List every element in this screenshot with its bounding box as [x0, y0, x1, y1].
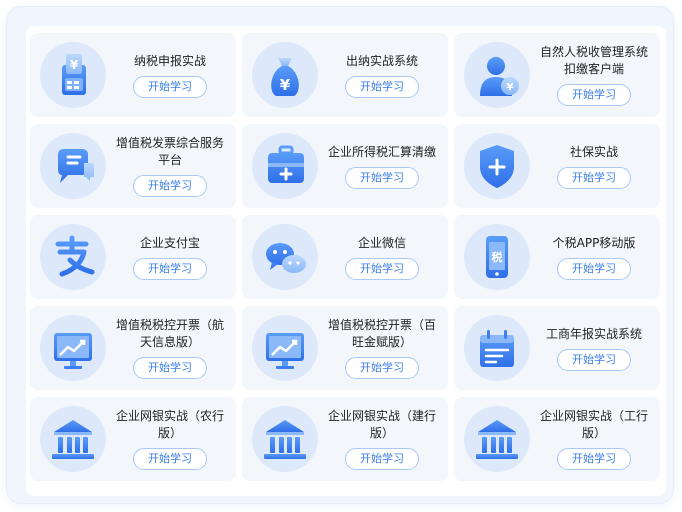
course-info: 纳税申报实战开始学习: [110, 33, 230, 117]
svg-text:¥: ¥: [280, 76, 291, 94]
start-learning-button[interactable]: 开始学习: [345, 166, 419, 189]
course-card[interactable]: 增值税发票综合服务平台开始学习: [30, 124, 236, 208]
course-card[interactable]: 增值税税控开票（航天信息版） 开始学习: [30, 306, 236, 390]
course-card[interactable]: 企业所得税汇算清缴开始学习: [242, 124, 448, 208]
course-title: 增值税税控开票（百旺金赋版）: [328, 318, 437, 349]
course-title: 个税APP移动版: [552, 235, 636, 250]
course-info: 企业网银实战（建行版） 开始学习: [322, 397, 442, 481]
bank-icon: [40, 406, 106, 472]
course-title: 增值税税控开票（航天信息版）: [116, 318, 225, 349]
course-card[interactable]: 企业网银实战（工行版） 开始学习: [454, 397, 660, 481]
course-grid: ¥ 纳税申报实战开始学习 ¥ 出纳实战系统开始学习 ¥ 自然人税收管理系统扣缴客户端开始学…: [30, 33, 660, 481]
course-info: 增值税税控开票（航天信息版） 开始学习: [110, 306, 230, 390]
course-info: 个税APP移动版开始学习: [534, 215, 654, 299]
course-card[interactable]: 企业网银实战（建行版） 开始学习: [242, 397, 448, 481]
course-title: 社保实战: [569, 144, 618, 159]
course-card[interactable]: 企业微信 开始学习: [242, 215, 448, 299]
course-title: 企业所得税汇算清缴: [328, 144, 437, 159]
start-learning-button[interactable]: 开始学习: [133, 75, 207, 98]
course-info: 出纳实战系统开始学习: [322, 33, 442, 117]
bank-icon: [464, 406, 530, 472]
outer-frame: ¥ 纳税申报实战开始学习 ¥ 出纳实战系统开始学习 ¥ 自然人税收管理系统扣缴客户端开始学…: [7, 7, 673, 503]
start-learning-button[interactable]: 开始学习: [557, 448, 631, 470]
course-card[interactable]: 增值税税控开票（百旺金赋版） 开始学习: [242, 306, 448, 390]
course-title: 企业网银实战（工行版）: [540, 409, 649, 440]
course-card[interactable]: ¥ 纳税申报实战开始学习: [30, 33, 236, 117]
svg-text:税: 税: [492, 250, 503, 264]
start-learning-button[interactable]: 开始学习: [557, 166, 631, 189]
course-title: 企业网银实战（建行版）: [328, 409, 437, 440]
course-info: 企业网银实战（农行版） 开始学习: [110, 397, 230, 481]
course-info: 增值税发票综合服务平台开始学习: [110, 124, 230, 208]
course-card[interactable]: 税 个税APP移动版开始学习: [454, 215, 660, 299]
svg-text:¥: ¥: [70, 58, 79, 72]
start-learning-button[interactable]: 开始学习: [557, 348, 631, 371]
start-learning-button[interactable]: 开始学习: [133, 448, 207, 470]
course-card[interactable]: 企业网银实战（农行版） 开始学习: [30, 397, 236, 481]
chart-monitor-icon: [252, 315, 318, 381]
tax-declaration-icon: ¥: [40, 42, 106, 108]
course-info: 企业支付宝 开始学习: [110, 215, 230, 299]
course-info: 增值税税控开票（百旺金赋版） 开始学习: [322, 306, 442, 390]
start-learning-button[interactable]: 开始学习: [557, 84, 631, 106]
course-info: 企业微信 开始学习: [322, 215, 442, 299]
start-learning-button[interactable]: 开始学习: [345, 75, 419, 98]
course-card[interactable]: ¥ 自然人税收管理系统扣缴客户端开始学习: [454, 33, 660, 117]
start-learning-button[interactable]: 开始学习: [345, 257, 419, 280]
toolbox-icon: [252, 133, 318, 199]
course-card[interactable]: ¥ 出纳实战系统开始学习: [242, 33, 448, 117]
course-panel: ¥ 纳税申报实战开始学习 ¥ 出纳实战系统开始学习 ¥ 自然人税收管理系统扣缴客户端开始学…: [26, 26, 666, 496]
course-info: 自然人税收管理系统扣缴客户端开始学习: [534, 33, 654, 117]
start-learning-button[interactable]: 开始学习: [133, 175, 207, 197]
course-card[interactable]: 社保实战 开始学习: [454, 124, 660, 208]
money-bag-icon: ¥: [252, 42, 318, 108]
start-learning-button[interactable]: 开始学习: [345, 357, 419, 379]
chat-bubble-icon: [40, 133, 106, 199]
start-learning-button[interactable]: 开始学习: [133, 357, 207, 379]
wechat-icon: [252, 224, 318, 290]
course-title: 企业支付宝: [139, 235, 200, 250]
course-card[interactable]: 企业支付宝 开始学习: [30, 215, 236, 299]
course-title: 企业网银实战（农行版）: [116, 409, 225, 440]
course-info: 社保实战 开始学习: [534, 124, 654, 208]
calendar-icon: [464, 315, 530, 381]
course-title: 增值税发票综合服务平台: [116, 136, 225, 167]
phone-tax-icon: 税: [464, 224, 530, 290]
course-title: 纳税申报实战: [133, 53, 206, 68]
shield-plus-icon: [464, 133, 530, 199]
start-learning-button[interactable]: 开始学习: [557, 257, 631, 280]
course-title: 工商年报实战系统: [545, 326, 642, 341]
svg-text:¥: ¥: [507, 82, 514, 93]
start-learning-button[interactable]: 开始学习: [345, 448, 419, 470]
alipay-icon: [40, 224, 106, 290]
course-info: 企业网银实战（工行版） 开始学习: [534, 397, 654, 481]
start-learning-button[interactable]: 开始学习: [133, 257, 207, 280]
person-tax-icon: ¥: [464, 42, 530, 108]
course-title: 企业微信: [357, 235, 406, 250]
course-title: 出纳实战系统: [345, 53, 418, 68]
course-card[interactable]: 工商年报实战系统开始学习: [454, 306, 660, 390]
course-info: 企业所得税汇算清缴开始学习: [322, 124, 442, 208]
chart-monitor-icon: [40, 315, 106, 381]
bank-icon: [252, 406, 318, 472]
course-info: 工商年报实战系统开始学习: [534, 306, 654, 390]
course-title: 自然人税收管理系统扣缴客户端: [540, 45, 649, 76]
